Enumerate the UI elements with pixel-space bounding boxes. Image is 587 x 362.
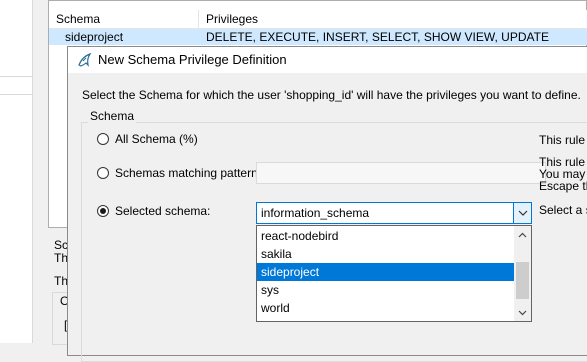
schema-combobox-value: information_schema bbox=[261, 206, 370, 220]
dialog-titlebar[interactable]: New Schema Privilege Definition bbox=[68, 47, 587, 73]
schema-groupbox-label: Schema bbox=[88, 109, 137, 123]
schema-combobox[interactable]: information_schema bbox=[256, 202, 532, 224]
list-item[interactable]: sys bbox=[257, 281, 515, 299]
dropdown-scrollbar[interactable] bbox=[514, 226, 531, 321]
table-row[interactable]: sideproject DELETE, EXECUTE, INSERT, SEL… bbox=[49, 29, 587, 45]
pattern-note-line: Escape th bbox=[539, 179, 587, 193]
mysql-workbench-dolphin-icon bbox=[77, 52, 93, 68]
schema-dropdown-list[interactable]: react-nodebird sakila sideproject sys wo… bbox=[256, 225, 532, 322]
column-header-privileges[interactable]: Privileges bbox=[199, 10, 587, 28]
left-panel bbox=[0, 0, 33, 343]
pattern-input[interactable] bbox=[256, 162, 546, 184]
grid-header: Schema Privileges bbox=[49, 10, 587, 29]
all-schema-label[interactable]: All Schema (%) bbox=[115, 132, 198, 146]
selected-schema-radio[interactable] bbox=[97, 205, 109, 217]
schema-privilege-dialog: New Schema Privilege Definition Select t… bbox=[67, 46, 587, 362]
list-item[interactable]: world bbox=[257, 299, 515, 317]
dialog-title: New Schema Privilege Definition bbox=[98, 52, 287, 67]
left-panel-divider bbox=[0, 94, 32, 95]
pattern-label[interactable]: Schemas matching pattern: bbox=[115, 166, 261, 180]
all-schema-radio[interactable] bbox=[97, 133, 109, 145]
cell-schema: sideproject bbox=[65, 30, 124, 44]
chevron-up-icon[interactable] bbox=[514, 226, 531, 243]
chevron-down-icon[interactable] bbox=[513, 203, 531, 223]
all-schema-note: This rule w bbox=[539, 133, 587, 147]
cell-privileges: DELETE, EXECUTE, INSERT, SELECT, SHOW VI… bbox=[206, 30, 549, 44]
selected-schema-label[interactable]: Selected schema: bbox=[115, 204, 210, 218]
chevron-down-icon[interactable] bbox=[514, 304, 531, 321]
column-header-schema[interactable]: Schema bbox=[49, 10, 199, 28]
list-item[interactable]: react-nodebird bbox=[257, 227, 515, 245]
scrollbar-thumb[interactable] bbox=[516, 262, 529, 299]
left-panel-divider bbox=[0, 76, 32, 77]
list-item[interactable]: sakila bbox=[257, 245, 515, 263]
instruction-text: Select the Schema for which the user 'sh… bbox=[82, 88, 581, 102]
selected-schema-note: Select a sp bbox=[539, 203, 587, 217]
pattern-radio[interactable] bbox=[97, 167, 109, 179]
list-item-highlighted[interactable]: sideproject bbox=[257, 263, 515, 281]
